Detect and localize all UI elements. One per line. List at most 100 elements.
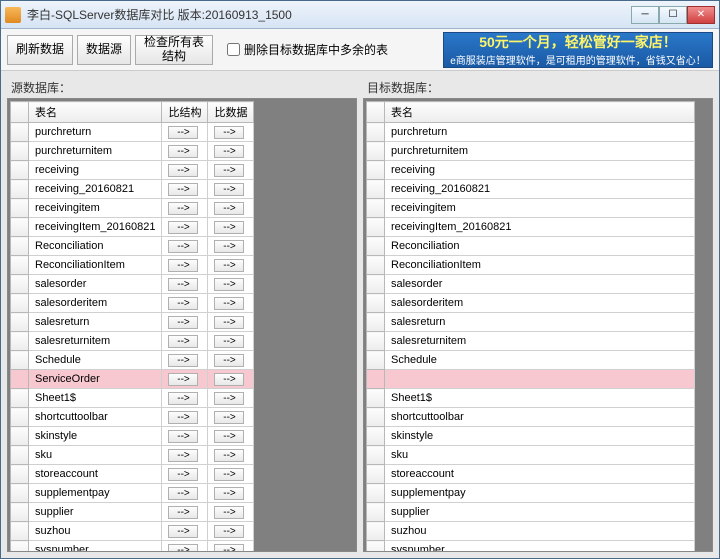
- col-name[interactable]: 表名: [29, 102, 162, 123]
- table-row[interactable]: Reconciliation: [367, 237, 695, 256]
- row-selector[interactable]: [11, 484, 29, 503]
- compare-data-button[interactable]: -->: [214, 316, 244, 329]
- row-selector[interactable]: [367, 522, 385, 541]
- table-row[interactable]: suzhou: [367, 522, 695, 541]
- table-row[interactable]: sysnumber: [367, 541, 695, 552]
- compare-data-button[interactable]: -->: [214, 145, 244, 158]
- compare-data-button[interactable]: -->: [214, 297, 244, 310]
- table-row[interactable]: purchreturn-->-->: [11, 123, 254, 142]
- compare-data-button[interactable]: -->: [214, 392, 244, 405]
- table-row[interactable]: salesorderitem-->-->: [11, 294, 254, 313]
- compare-data-button[interactable]: -->: [214, 468, 244, 481]
- row-selector[interactable]: [367, 256, 385, 275]
- ad-banner[interactable]: 50元一个月，轻松管好一家店！ e商服装店管理软件，是可租用的管理软件，省钱又省…: [443, 32, 713, 68]
- compare-struct-button[interactable]: -->: [168, 126, 198, 139]
- table-row[interactable]: salesorder-->-->: [11, 275, 254, 294]
- minimize-button[interactable]: ─: [631, 6, 659, 24]
- compare-struct-button[interactable]: -->: [168, 259, 198, 272]
- compare-struct-button[interactable]: -->: [168, 164, 198, 177]
- compare-data-button[interactable]: -->: [214, 259, 244, 272]
- row-selector[interactable]: [367, 389, 385, 408]
- table-row[interactable]: receiving_20160821-->-->: [11, 180, 254, 199]
- table-row[interactable]: sysnumber-->-->: [11, 541, 254, 552]
- compare-struct-button[interactable]: -->: [168, 202, 198, 215]
- compare-data-button[interactable]: -->: [214, 411, 244, 424]
- row-selector[interactable]: [367, 313, 385, 332]
- row-selector[interactable]: [11, 142, 29, 161]
- row-selector[interactable]: [11, 522, 29, 541]
- compare-data-button[interactable]: -->: [214, 335, 244, 348]
- row-selector[interactable]: [367, 351, 385, 370]
- table-row[interactable]: skinstyle-->-->: [11, 427, 254, 446]
- table-row[interactable]: supplementpay: [367, 484, 695, 503]
- compare-struct-button[interactable]: -->: [168, 430, 198, 443]
- compare-data-button[interactable]: -->: [214, 183, 244, 196]
- row-selector[interactable]: [11, 237, 29, 256]
- table-row[interactable]: purchreturnitem: [367, 142, 695, 161]
- table-row[interactable]: receivingItem_20160821-->-->: [11, 218, 254, 237]
- datasource-button[interactable]: 数据源: [77, 35, 131, 65]
- row-selector[interactable]: [367, 332, 385, 351]
- row-selector[interactable]: [11, 161, 29, 180]
- table-row[interactable]: Schedule-->-->: [11, 351, 254, 370]
- row-selector[interactable]: [367, 142, 385, 161]
- row-selector[interactable]: [11, 389, 29, 408]
- table-row[interactable]: Sheet1$-->-->: [11, 389, 254, 408]
- row-selector[interactable]: [11, 503, 29, 522]
- row-selector[interactable]: [11, 123, 29, 142]
- compare-struct-button[interactable]: -->: [168, 544, 198, 552]
- row-selector[interactable]: [367, 218, 385, 237]
- compare-data-button[interactable]: -->: [214, 506, 244, 519]
- source-grid-scroll[interactable]: 表名 比结构 比数据 purchreturn-->-->purchreturni…: [8, 99, 356, 551]
- compare-struct-button[interactable]: -->: [168, 411, 198, 424]
- table-row[interactable]: sku: [367, 446, 695, 465]
- compare-struct-button[interactable]: -->: [168, 278, 198, 291]
- table-row[interactable]: salesreturn: [367, 313, 695, 332]
- table-row[interactable]: suzhou-->-->: [11, 522, 254, 541]
- table-row[interactable]: salesreturnitem-->-->: [11, 332, 254, 351]
- target-grid-scroll[interactable]: 表名 purchreturnpurchreturnitemreceivingre…: [364, 99, 712, 551]
- compare-data-button[interactable]: -->: [214, 544, 244, 552]
- refresh-button[interactable]: 刷新数据: [7, 35, 73, 65]
- row-selector[interactable]: [11, 427, 29, 446]
- compare-data-button[interactable]: -->: [214, 525, 244, 538]
- compare-data-button[interactable]: -->: [214, 126, 244, 139]
- row-selector[interactable]: [367, 161, 385, 180]
- row-selector[interactable]: [11, 370, 29, 389]
- row-selector[interactable]: [367, 408, 385, 427]
- table-row[interactable]: supplier: [367, 503, 695, 522]
- row-selector[interactable]: [11, 199, 29, 218]
- row-selector[interactable]: [367, 237, 385, 256]
- delete-extra-checkbox-label[interactable]: 删除目标数据库中多余的表: [227, 41, 388, 58]
- compare-struct-button[interactable]: -->: [168, 316, 198, 329]
- compare-struct-button[interactable]: -->: [168, 449, 198, 462]
- compare-data-button[interactable]: -->: [214, 373, 244, 386]
- row-selector[interactable]: [11, 408, 29, 427]
- table-row[interactable]: receiving: [367, 161, 695, 180]
- table-row[interactable]: sku-->-->: [11, 446, 254, 465]
- compare-struct-button[interactable]: -->: [168, 468, 198, 481]
- row-selector[interactable]: [11, 465, 29, 484]
- check-all-button[interactable]: 检查所有表 结构: [135, 35, 213, 65]
- row-selector[interactable]: [367, 484, 385, 503]
- compare-data-button[interactable]: -->: [214, 354, 244, 367]
- compare-struct-button[interactable]: -->: [168, 183, 198, 196]
- close-button[interactable]: ✕: [687, 6, 715, 24]
- table-row[interactable]: Schedule: [367, 351, 695, 370]
- table-row[interactable]: supplier-->-->: [11, 503, 254, 522]
- delete-extra-checkbox[interactable]: [227, 43, 240, 56]
- row-selector[interactable]: [11, 446, 29, 465]
- table-row[interactable]: receivingitem: [367, 199, 695, 218]
- compare-struct-button[interactable]: -->: [168, 506, 198, 519]
- table-row[interactable]: ReconciliationItem-->-->: [11, 256, 254, 275]
- compare-data-button[interactable]: -->: [214, 202, 244, 215]
- compare-data-button[interactable]: -->: [214, 449, 244, 462]
- table-row[interactable]: receivingitem-->-->: [11, 199, 254, 218]
- table-row[interactable]: storeaccount-->-->: [11, 465, 254, 484]
- row-selector[interactable]: [11, 218, 29, 237]
- row-selector[interactable]: [367, 503, 385, 522]
- table-row[interactable]: supplementpay-->-->: [11, 484, 254, 503]
- compare-struct-button[interactable]: -->: [168, 487, 198, 500]
- row-selector[interactable]: [367, 465, 385, 484]
- row-selector[interactable]: [11, 351, 29, 370]
